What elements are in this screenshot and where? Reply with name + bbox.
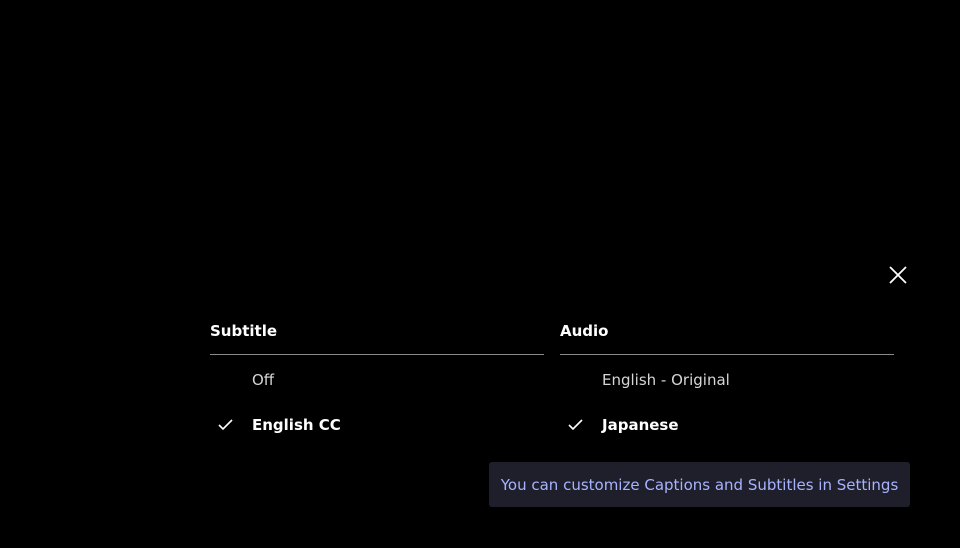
settings-tip-banner[interactable]: You can customize Captions and Subtitles…: [489, 462, 910, 507]
caption-audio-panel: Subtitle Off English CC Audio English - …: [0, 0, 960, 548]
checkmark-icon: [560, 418, 602, 431]
audio-option-japanese[interactable]: Japanese: [560, 402, 894, 447]
subtitle-option-english-cc[interactable]: English CC: [210, 402, 544, 447]
audio-options: English - Original Japanese: [560, 355, 894, 447]
close-icon: [889, 266, 907, 284]
close-button[interactable]: [884, 261, 912, 289]
subtitle-column: Subtitle Off English CC: [210, 318, 544, 447]
option-label: Japanese: [602, 415, 679, 434]
checkmark-icon: [210, 418, 252, 431]
option-label: English CC: [252, 415, 341, 434]
audio-header: Audio: [560, 318, 894, 355]
settings-tip-text: You can customize Captions and Subtitles…: [500, 475, 899, 494]
audio-option-english-original[interactable]: English - Original: [560, 357, 894, 402]
subtitle-header: Subtitle: [210, 318, 544, 355]
subtitle-options: Off English CC: [210, 355, 544, 447]
audio-column: Audio English - Original Japanese: [560, 318, 894, 447]
option-label: Off: [252, 370, 275, 389]
option-label: English - Original: [602, 370, 730, 389]
subtitle-option-off[interactable]: Off: [210, 357, 544, 402]
